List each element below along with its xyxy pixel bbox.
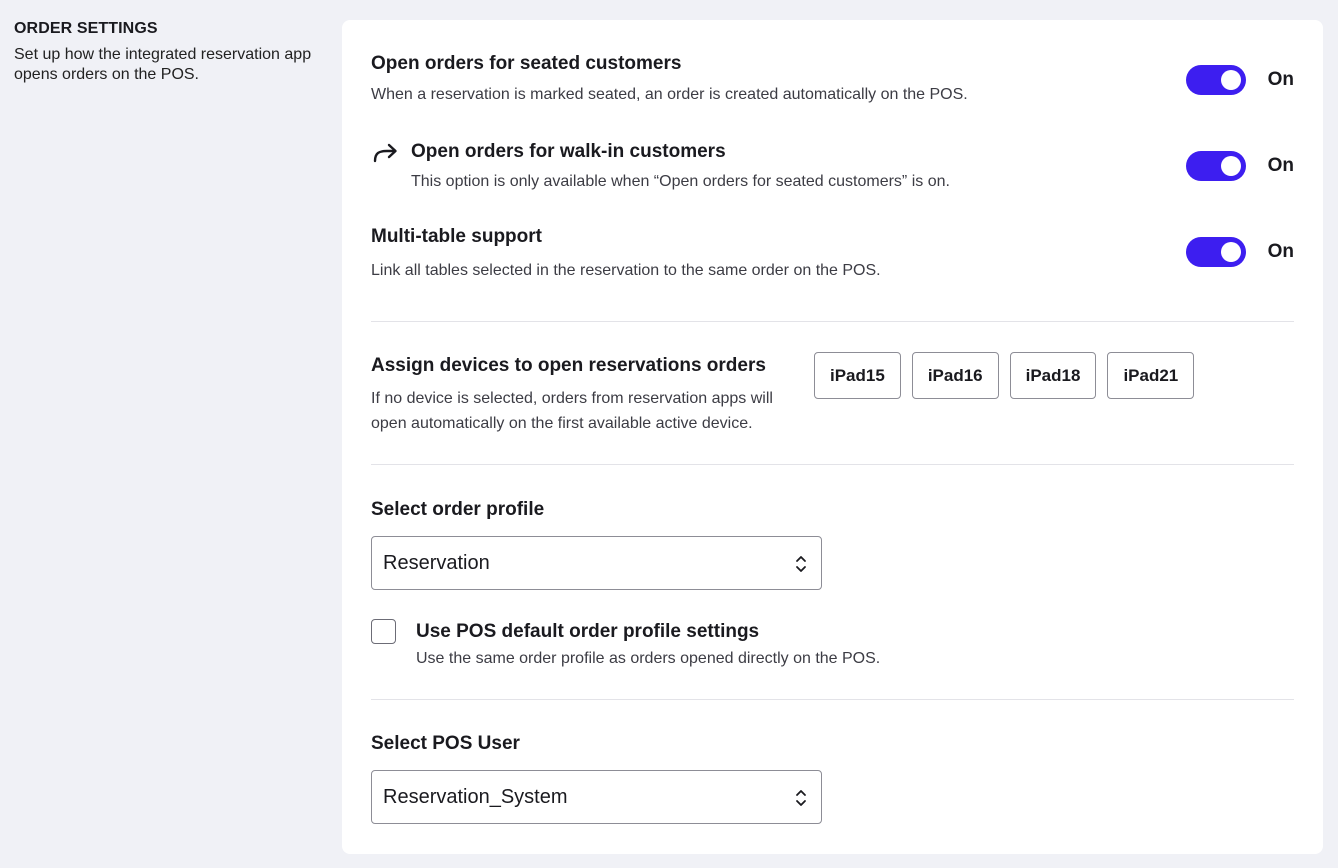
order-profile-select[interactable]: Reservation (371, 536, 822, 590)
setting-description: This option is only available when “Open… (411, 173, 950, 190)
toggle-knob (1220, 156, 1241, 176)
pos-user-label-row: Select POS User (371, 732, 1294, 756)
section-sidebar: ORDER SETTINGS Set up how the integrated… (14, 19, 324, 85)
section-description: Set up how the integrated reservation ap… (14, 46, 312, 83)
setting-description: Link all tables selected in the reservat… (371, 262, 881, 279)
setting-description: If no device is selected, orders from re… (371, 390, 773, 432)
toggle-knob (1220, 70, 1241, 90)
checkbox-description: Use the same order profile as orders ope… (416, 650, 881, 667)
setting-title: Multi-table support (371, 226, 542, 247)
order-profile-value: Reservation (383, 551, 490, 574)
toggle-group: On (1185, 151, 1294, 181)
toggle-status-label: On (1267, 241, 1294, 262)
pos-user-value: Reservation_System (383, 785, 568, 808)
device-chip-ipad18[interactable]: iPad18 (1009, 352, 1097, 399)
divider (371, 321, 1294, 322)
device-chip-ipad15[interactable]: iPad15 (814, 352, 901, 399)
setting-walkin-orders: Open orders for walk-in customers This o… (371, 140, 1294, 194)
pos-user-label: Select POS User (371, 733, 520, 754)
toggle-group: On (1185, 65, 1294, 95)
setting-description: When a reservation is marked seated, an … (371, 86, 968, 103)
settings-card: Open orders for seated customers When a … (342, 20, 1323, 854)
divider (371, 464, 1294, 465)
section-title: ORDER SETTINGS (14, 20, 158, 37)
setting-seated-orders: Open orders for seated customers When a … (371, 52, 1294, 107)
toggle-knob (1220, 242, 1241, 262)
arrow-turn-right-icon (373, 143, 397, 163)
setting-title: Assign devices to open reservations orde… (371, 355, 766, 376)
device-chip-ipad21[interactable]: iPad21 (1107, 352, 1195, 399)
toggle-status-label: On (1267, 69, 1294, 90)
setting-title: Open orders for walk-in customers (411, 141, 726, 162)
chevron-up-down-icon (796, 556, 806, 572)
setting-title: Open orders for seated customers (371, 53, 682, 74)
setting-assign-devices: Assign devices to open reservations orde… (371, 354, 811, 436)
chevron-up-down-icon (796, 790, 806, 806)
setting-multitable: Multi-table support Link all tables sele… (371, 225, 1294, 283)
device-chip-ipad16[interactable]: iPad16 (911, 352, 999, 399)
pos-default-profile-text: Use POS default order profile settings U… (416, 620, 1294, 671)
toggle-group: On (1185, 237, 1294, 267)
toggle-status-label: On (1267, 155, 1294, 176)
order-profile-label-row: Select order profile (371, 498, 1294, 522)
device-chip-group: iPad15 iPad16 iPad18 iPad21 (814, 352, 1205, 399)
multitable-toggle[interactable] (1185, 237, 1246, 267)
pos-user-select[interactable]: Reservation_System (371, 770, 822, 824)
seated-orders-toggle[interactable] (1185, 65, 1246, 95)
pos-default-profile-checkbox[interactable] (371, 619, 396, 644)
walkin-orders-toggle[interactable] (1185, 151, 1246, 181)
divider (371, 699, 1294, 700)
order-profile-label: Select order profile (371, 499, 545, 520)
checkbox-title: Use POS default order profile settings (416, 621, 760, 642)
